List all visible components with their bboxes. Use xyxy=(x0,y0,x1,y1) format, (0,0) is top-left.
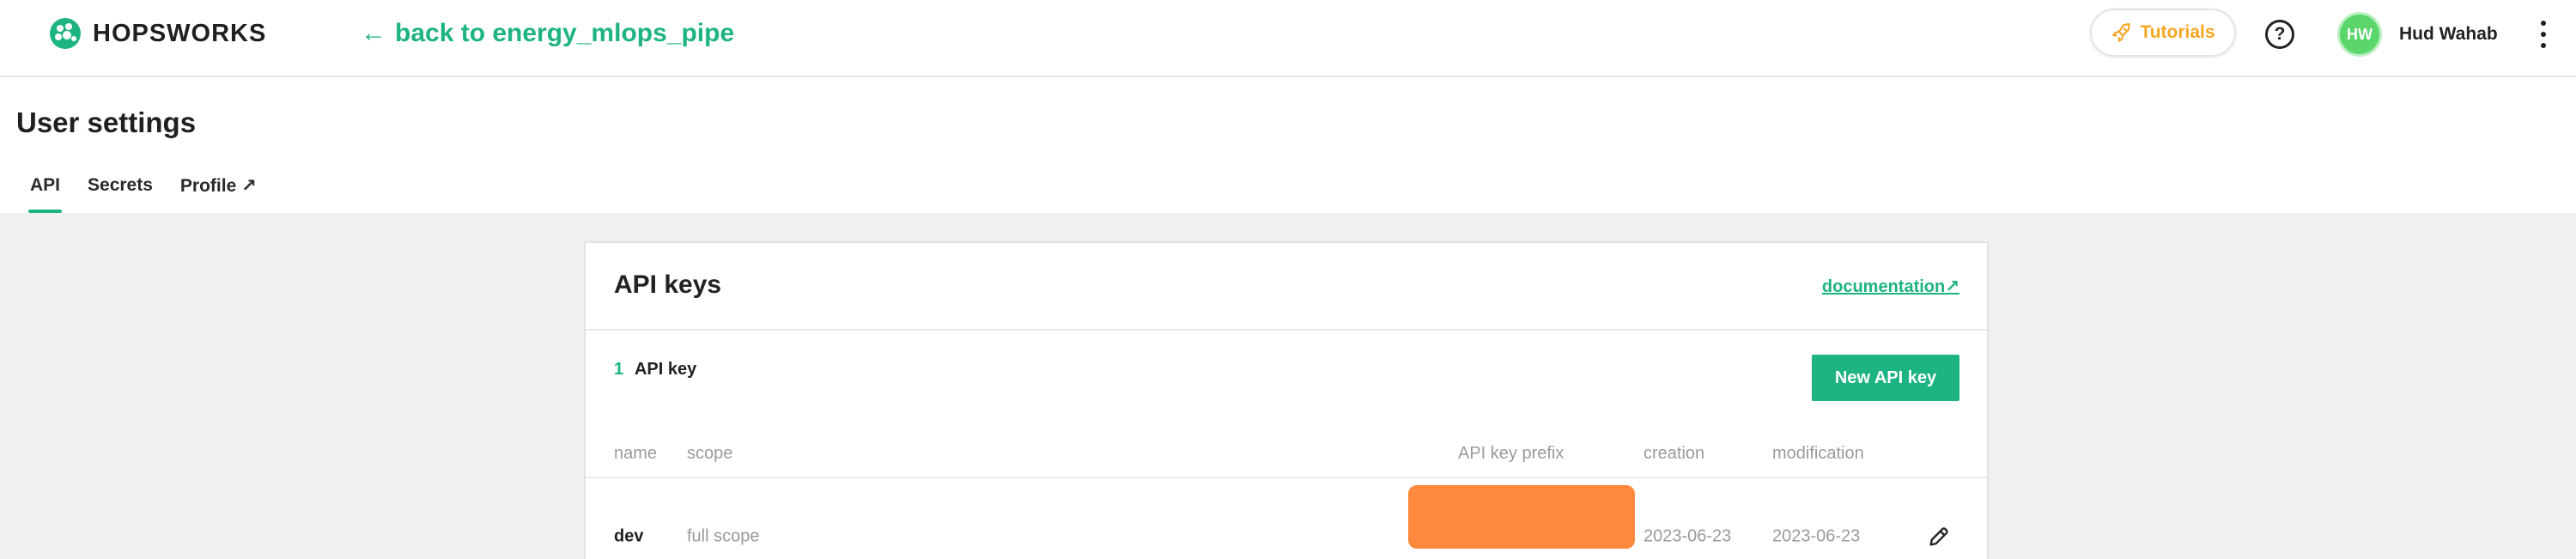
row-name: dev xyxy=(614,526,644,546)
kebab-dot xyxy=(2541,21,2546,26)
row-modification: 2023-06-23 xyxy=(1772,526,1861,546)
redacted-key-prefix xyxy=(1408,485,1635,549)
documentation-link[interactable]: documentation↗ xyxy=(1822,276,1959,297)
row-scope: full scope xyxy=(687,526,760,546)
back-to-project-link[interactable]: ← back to energy_mlops_pipe xyxy=(361,15,734,52)
content-area: API keys documentation↗ 1 API key New AP… xyxy=(0,213,2576,559)
brand-logo[interactable]: HOPSWORKS xyxy=(48,15,266,52)
card-title: API keys xyxy=(614,270,722,299)
api-key-count: 1 API key xyxy=(614,360,696,380)
help-circle-icon[interactable]: ? xyxy=(2265,20,2294,49)
kebab-menu-icon[interactable] xyxy=(2533,17,2554,52)
pencil-icon[interactable] xyxy=(1927,525,1951,549)
avatar: HW xyxy=(2337,12,2382,57)
back-link-label: back to energy_mlops_pipe xyxy=(395,19,735,47)
column-header-prefix[interactable]: API key prefix xyxy=(1458,444,1564,464)
kebab-dot xyxy=(2541,43,2546,48)
user-menu[interactable]: HW Hud Wahab xyxy=(2337,10,2498,58)
rocket-icon xyxy=(2112,23,2131,42)
hopsworks-logo-icon xyxy=(50,18,81,49)
tab-profile[interactable]: Profile ↗ xyxy=(167,172,270,213)
new-api-key-button[interactable]: New API key xyxy=(1812,355,1959,401)
tutorials-button[interactable]: Tutorials xyxy=(2090,9,2236,57)
row-creation: 2023-06-23 xyxy=(1643,526,1732,546)
column-header-modification[interactable]: modification xyxy=(1772,444,1864,464)
brand-name: HOPSWORKS xyxy=(93,19,267,47)
column-header-name[interactable]: name xyxy=(614,444,657,464)
tab-secrets[interactable]: Secrets xyxy=(74,172,167,213)
tab-api[interactable]: API xyxy=(16,172,74,213)
tutorials-label: Tutorials xyxy=(2140,22,2215,42)
back-arrow-icon: ← xyxy=(361,19,386,47)
count-label: API key xyxy=(634,360,697,379)
column-header-creation[interactable]: creation xyxy=(1643,444,1704,464)
settings-tabs: API Secrets Profile ↗ xyxy=(16,172,270,213)
page-title: User settings xyxy=(16,106,197,138)
table-header-divider xyxy=(586,477,1987,478)
column-header-scope[interactable]: scope xyxy=(687,444,732,464)
user-name: Hud Wahab xyxy=(2399,24,2498,44)
kebab-dot xyxy=(2541,32,2546,37)
api-keys-card: API keys documentation↗ 1 API key New AP… xyxy=(584,241,1989,559)
count-number: 1 xyxy=(614,360,624,379)
top-bar: HOPSWORKS ← back to energy_mlops_pipe Tu… xyxy=(0,0,2576,77)
card-header: API keys documentation↗ xyxy=(586,243,1987,331)
